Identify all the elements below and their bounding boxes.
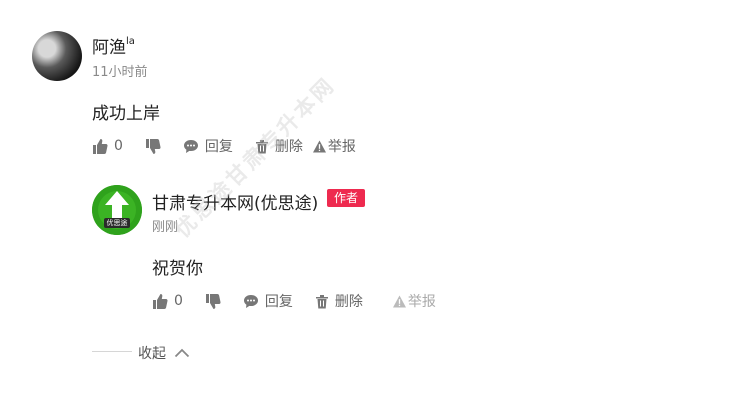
warning-icon <box>392 294 406 308</box>
reply-label: 回复 <box>264 294 293 310</box>
reply-actions: 0 回复 删除 举报 <box>152 290 458 312</box>
chat-bubble-icon <box>183 139 199 154</box>
thumb-up-icon <box>152 293 168 309</box>
divider <box>92 351 132 352</box>
collapse-button[interactable]: 收起 <box>138 343 190 363</box>
comment-author[interactable]: 阿渔la <box>92 33 135 58</box>
comment-text: 成功上岸 <box>92 104 160 124</box>
like-button[interactable]: 0 <box>152 293 183 309</box>
like-button[interactable]: 0 <box>92 138 123 154</box>
like-count: 0 <box>114 138 123 154</box>
thumb-up-icon <box>92 138 108 154</box>
thumb-down-icon <box>205 293 221 309</box>
trash-icon <box>315 294 329 309</box>
reply-text: 祝贺你 <box>152 259 203 279</box>
reply-button[interactable]: 回复 <box>243 291 293 311</box>
report-button[interactable]: 举报 <box>392 291 436 311</box>
avatar[interactable] <box>32 31 82 81</box>
comment-time: 11小时前 <box>92 65 148 80</box>
chevron-up-icon <box>174 348 190 358</box>
report-label: 举报 <box>407 294 436 310</box>
avatar-text: 优思途 <box>104 218 130 228</box>
collapse-label: 收起 <box>138 346 166 362</box>
chat-bubble-icon <box>243 294 259 309</box>
delete-label: 删除 <box>334 294 363 310</box>
report-label: 举报 <box>327 139 356 155</box>
like-count: 0 <box>174 293 183 309</box>
thumb-down-icon <box>145 138 161 154</box>
author-avatar[interactable]: 优思途 <box>92 185 142 235</box>
dislike-button[interactable] <box>205 293 221 309</box>
delete-button[interactable]: 删除 <box>315 291 363 311</box>
reply-button[interactable]: 回复 <box>183 136 233 156</box>
reply-label: 回复 <box>204 139 233 155</box>
warning-icon <box>312 139 326 153</box>
report-button[interactable]: 举报 <box>312 136 356 156</box>
dislike-button[interactable] <box>145 138 161 154</box>
author-badge: 作者 <box>327 189 366 207</box>
